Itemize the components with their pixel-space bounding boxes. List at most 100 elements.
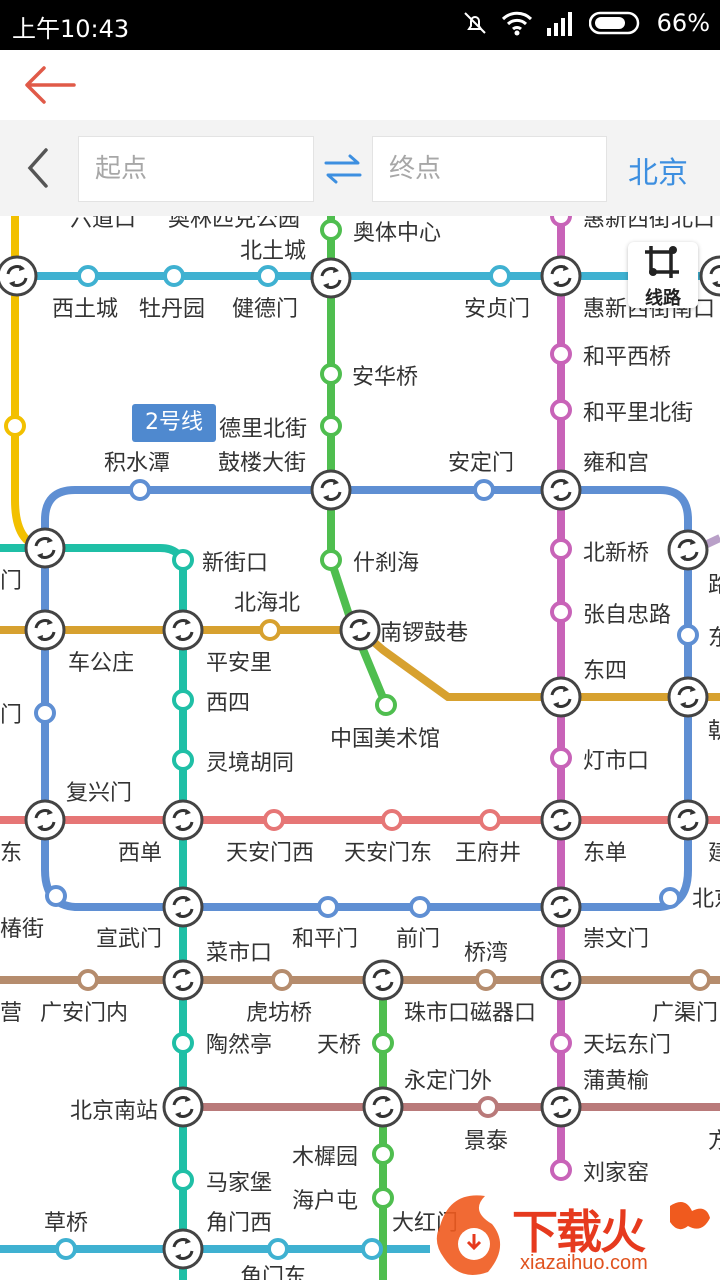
city-selector[interactable]: 北京	[628, 148, 688, 192]
station-label: 六道口	[70, 216, 136, 232]
station-label: 营	[0, 1001, 22, 1026]
station-dot	[320, 549, 342, 571]
station-dot	[473, 479, 495, 501]
station-dot	[320, 415, 342, 437]
station-label: 角门西	[206, 1211, 272, 1236]
station-label: 永定门外	[404, 1069, 492, 1094]
station-dot	[550, 343, 572, 365]
transfer-icon	[667, 529, 709, 571]
station-label: 新街口	[202, 551, 268, 576]
station-dot	[129, 479, 151, 501]
transfer-icon	[162, 886, 204, 928]
station-label: 什刹海	[353, 551, 419, 576]
station-label: 奥体中心	[353, 221, 441, 246]
station-label: 灯市口	[583, 749, 649, 774]
station-dot	[172, 1169, 194, 1191]
station-label: 安华桥	[352, 365, 418, 390]
transfer-icon	[667, 799, 709, 841]
status-time: 上午10:43	[12, 15, 130, 43]
station-label: 东	[0, 841, 22, 866]
station-dot	[489, 265, 511, 287]
subway-map-canvas[interactable]: 六道口 奥林匹克公园 奥体中心 惠新西街北口 北土城 西土城 牡丹园 健德门 安…	[0, 216, 720, 1280]
station-dot	[267, 1238, 289, 1260]
station-dot	[55, 1238, 77, 1260]
station-label: 雍和宫	[583, 451, 649, 476]
transfer-icon	[540, 959, 582, 1001]
station-label: 北京	[692, 887, 720, 912]
transfer-icon	[24, 609, 66, 651]
station-dot	[475, 969, 497, 991]
start-input[interactable]: 起点	[78, 136, 314, 202]
end-input[interactable]: 终点	[372, 136, 607, 202]
transfer-icon	[24, 799, 66, 841]
crop-route-icon	[645, 246, 679, 278]
station-label: 崇文门	[583, 927, 649, 952]
watermark-domain: xiazaihuo.com	[520, 1252, 648, 1274]
station-label: 和平里北街	[583, 401, 693, 426]
station-label: 安贞门	[464, 297, 530, 322]
station-dot	[77, 969, 99, 991]
station-label: 朝	[708, 719, 720, 744]
station-label: 北土城	[240, 239, 306, 264]
mute-icon	[463, 12, 486, 34]
station-label: 路	[708, 573, 720, 598]
station-label: 安定门	[448, 451, 514, 476]
back-arrow-icon[interactable]	[22, 64, 78, 106]
transfer-icon	[699, 255, 720, 297]
route-lines-button[interactable]: 线路	[628, 242, 698, 309]
transfer-icon	[162, 609, 204, 651]
line-2-tag[interactable]: 2号线	[132, 404, 216, 442]
station-dot	[477, 1096, 499, 1118]
station-dot	[550, 399, 572, 421]
transfer-icon	[540, 886, 582, 928]
station-label: 木樨园	[292, 1145, 358, 1170]
transfer-icon	[24, 527, 66, 569]
station-dot	[34, 702, 56, 724]
station-label: 北京南站	[70, 1099, 158, 1124]
station-dot	[172, 549, 194, 571]
station-label: 复兴门	[66, 781, 132, 806]
station-label: 西四	[206, 691, 250, 716]
station-label: 陶然亭	[206, 1033, 272, 1058]
transfer-icon	[540, 1086, 582, 1128]
subway-map[interactable]: 六道口 奥林匹克公园 奥体中心 惠新西街北口 北土城 西土城 牡丹园 健德门 安…	[0, 216, 720, 1280]
station-dot	[381, 809, 403, 831]
station-dot	[677, 624, 699, 646]
station-label: 门	[0, 569, 22, 594]
station-labels: 六道口 奥林匹克公园 奥体中心 惠新西街北口 北土城 西土城 牡丹园 健德门 安…	[0, 216, 720, 1280]
station-label: 宣武门	[96, 927, 162, 952]
battery-icon	[588, 11, 639, 35]
station-label: 东四	[583, 659, 627, 684]
station-label: 建	[708, 841, 720, 866]
transfer-icon	[310, 469, 352, 511]
station-label: 灵境胡同	[206, 751, 294, 776]
station-label: 积水潭	[104, 451, 170, 476]
station-label: 东	[708, 626, 720, 651]
transfer-icon	[162, 959, 204, 1001]
status-icons: 66%	[461, 9, 710, 37]
station-dot	[271, 969, 293, 991]
station-dot	[172, 689, 194, 711]
station-label: 门	[0, 703, 22, 728]
station-label: 马家堡	[206, 1171, 272, 1196]
station-label: 惠新西街北口	[583, 216, 715, 232]
station-dot	[172, 749, 194, 771]
station-dot	[361, 1238, 383, 1260]
transfer-icon	[339, 609, 381, 651]
station-dot	[372, 1187, 394, 1209]
station-label: 草桥	[44, 1211, 88, 1236]
station-label: 中国美术馆	[330, 727, 440, 752]
swap-icon[interactable]	[322, 152, 364, 186]
station-label: 和平门	[292, 927, 358, 952]
chevron-left-icon[interactable]	[22, 146, 54, 190]
transfer-icon	[162, 1228, 204, 1270]
station-dot	[479, 809, 501, 831]
station-dot	[659, 887, 681, 909]
station-dot	[320, 219, 342, 241]
station-label: 椿街	[0, 917, 44, 942]
station-dot	[320, 363, 342, 385]
station-dot	[4, 415, 26, 437]
station-label: 珠市口	[404, 1001, 470, 1026]
station-label: 鼓楼大街	[218, 451, 306, 476]
station-dot	[375, 694, 397, 716]
